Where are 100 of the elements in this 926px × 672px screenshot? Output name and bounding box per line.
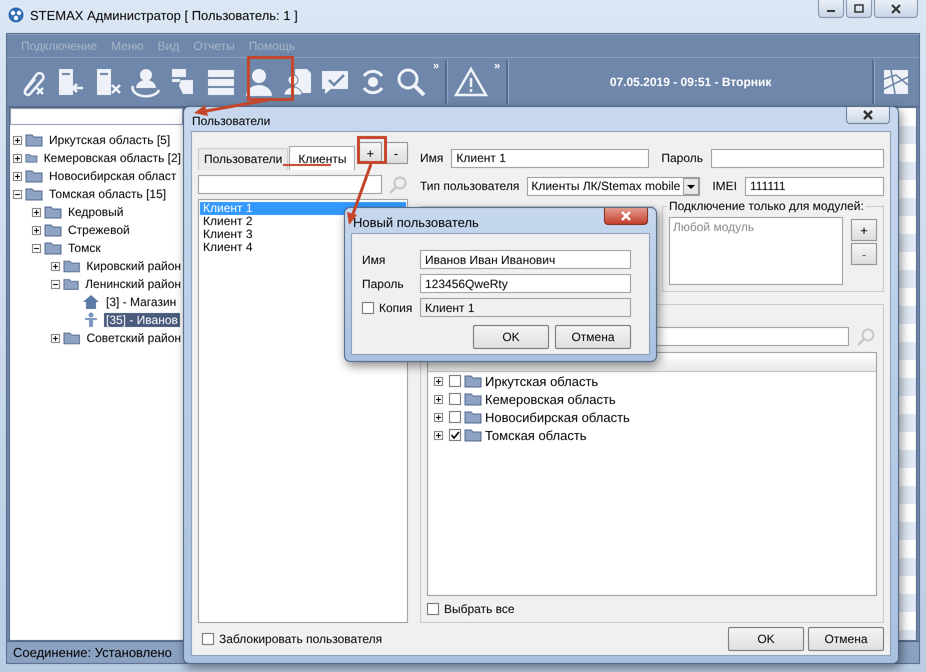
- checkbox[interactable]: [449, 393, 461, 405]
- folder-icon: [25, 151, 38, 165]
- tree-item[interactable]: [3] - Магазин: [104, 295, 178, 309]
- expander-icon[interactable]: [434, 394, 443, 404]
- tree-item[interactable]: Стрежевой: [66, 223, 132, 237]
- close-button[interactable]: [604, 208, 648, 225]
- folder-icon: [44, 241, 62, 255]
- checkbox[interactable]: [449, 411, 461, 423]
- caret-icon: [683, 178, 700, 194]
- user-type-dropdown[interactable]: Клиенты ЛК/Stemax mobile: [527, 176, 700, 196]
- checkbox-label[interactable]: Заблокировать пользователя: [219, 632, 382, 646]
- tree-item[interactable]: Новосибирская область: [485, 410, 630, 424]
- checkbox-label[interactable]: Копия: [379, 300, 412, 314]
- underline-mark: [283, 164, 331, 166]
- person-icon: [82, 312, 100, 328]
- expander-icon[interactable]: [434, 412, 443, 422]
- folder-icon: [464, 392, 482, 406]
- tree-item[interactable]: Томск: [66, 241, 103, 255]
- overflow-chevron[interactable]: »: [433, 60, 440, 72]
- folder-icon: [464, 374, 482, 388]
- remove-button[interactable]: -: [851, 243, 877, 265]
- tree-item[interactable]: Новосибирская област: [47, 169, 178, 183]
- expander-icon[interactable]: [32, 208, 41, 216]
- checkbox[interactable]: [449, 375, 461, 387]
- expander-icon[interactable]: [13, 190, 22, 198]
- expander-icon[interactable]: [434, 376, 443, 386]
- expander-icon[interactable]: [32, 226, 41, 234]
- app-logo-icon: [8, 7, 24, 23]
- close-button[interactable]: [874, 0, 918, 18]
- tree-item[interactable]: Советский район: [84, 331, 183, 345]
- folder-icon: [25, 169, 43, 183]
- window-title: STEMAX Администратор [ Пользователь: 1 ]: [30, 8, 299, 22]
- maximize-button[interactable]: [846, 0, 872, 18]
- user-arrows-icon[interactable]: [129, 66, 161, 98]
- tree-item[interactable]: Томская область [15]: [47, 187, 168, 201]
- tree-item[interactable]: Иркутская область: [485, 374, 598, 388]
- ok-button[interactable]: OK: [728, 627, 804, 651]
- name-field[interactable]: Иванов Иван Иванович: [420, 250, 631, 269]
- checkbox[interactable]: [427, 603, 439, 615]
- overflow-chevron[interactable]: »: [494, 60, 500, 72]
- field-label: Пароль: [362, 276, 405, 290]
- ok-button[interactable]: OK: [473, 325, 549, 349]
- tree-item[interactable]: Томская область: [485, 428, 587, 442]
- expander-icon[interactable]: [13, 154, 22, 162]
- tree-item[interactable]: Кировский район: [84, 259, 183, 273]
- password-field[interactable]: 123456QweRty: [420, 274, 631, 293]
- folder-icon: [63, 277, 80, 291]
- minimize-button[interactable]: [818, 0, 844, 18]
- expander-icon[interactable]: [32, 244, 41, 252]
- highlight-frame: [247, 56, 294, 101]
- tree-item[interactable]: Кемеровская область [2]: [42, 151, 183, 165]
- highlight-frame: [357, 136, 387, 164]
- folder-icon: [464, 428, 482, 442]
- date-time: 07.05.2019 - 09:51 - Вторник: [608, 75, 772, 89]
- tree-item[interactable]: Кедровый: [66, 205, 126, 219]
- checkbox[interactable]: [449, 429, 461, 441]
- expander-icon[interactable]: [13, 172, 22, 180]
- house-icon: [82, 294, 100, 310]
- tree-item[interactable]: Ленинский район: [83, 277, 183, 291]
- folder-icon: [25, 133, 43, 147]
- password-field[interactable]: [711, 148, 884, 168]
- expander-icon[interactable]: [13, 136, 22, 144]
- close-icon: [890, 4, 902, 14]
- folder-icon: [25, 187, 43, 201]
- cancel-button[interactable]: Отмена: [808, 627, 884, 651]
- map-icon[interactable]: [881, 67, 911, 97]
- placeholder-text: Любой модуль: [673, 220, 754, 234]
- dialog-title: Пользователи: [192, 114, 272, 128]
- add-button[interactable]: +: [851, 219, 877, 241]
- close-button[interactable]: [846, 107, 890, 124]
- user-icon[interactable]: [243, 66, 275, 98]
- status-text: Соединение: Установлено: [13, 645, 172, 660]
- expander-icon[interactable]: [51, 262, 60, 270]
- expander-icon[interactable]: [51, 334, 60, 342]
- tree-item[interactable]: Кемеровская область: [485, 392, 616, 406]
- name-field[interactable]: Клиент 1: [451, 148, 650, 168]
- close-icon: [620, 211, 632, 221]
- field-label: Имя: [420, 151, 444, 165]
- search-field[interactable]: [10, 108, 183, 125]
- folder-icon: [44, 223, 62, 237]
- search-icon[interactable]: [395, 66, 427, 98]
- checkbox-label[interactable]: Выбрать все: [444, 602, 515, 616]
- dialog-title: Новый пользователь: [353, 215, 480, 230]
- expander-icon[interactable]: [434, 430, 443, 440]
- tree-item[interactable]: Иркутская область [5]: [47, 133, 172, 147]
- group-label: Подключение только для модулей:: [667, 199, 866, 213]
- tab[interactable]: Пользователи: [198, 148, 288, 170]
- search-field[interactable]: [198, 175, 382, 194]
- checkbox[interactable]: [202, 633, 214, 645]
- close-icon: [862, 110, 874, 120]
- tab[interactable]: Клиенты: [289, 146, 356, 170]
- tree-item[interactable]: [35] - Иванов: [104, 313, 180, 327]
- cancel-button[interactable]: Отмена: [555, 325, 631, 349]
- warning-icon[interactable]: [454, 66, 488, 98]
- copy-source-field[interactable]: Клиент 1: [420, 298, 631, 317]
- folder-icon: [63, 331, 80, 345]
- expander-icon[interactable]: [51, 280, 60, 288]
- imei-field[interactable]: 111111: [745, 176, 884, 196]
- checkbox[interactable]: [362, 302, 374, 314]
- folder-icon: [464, 410, 482, 424]
